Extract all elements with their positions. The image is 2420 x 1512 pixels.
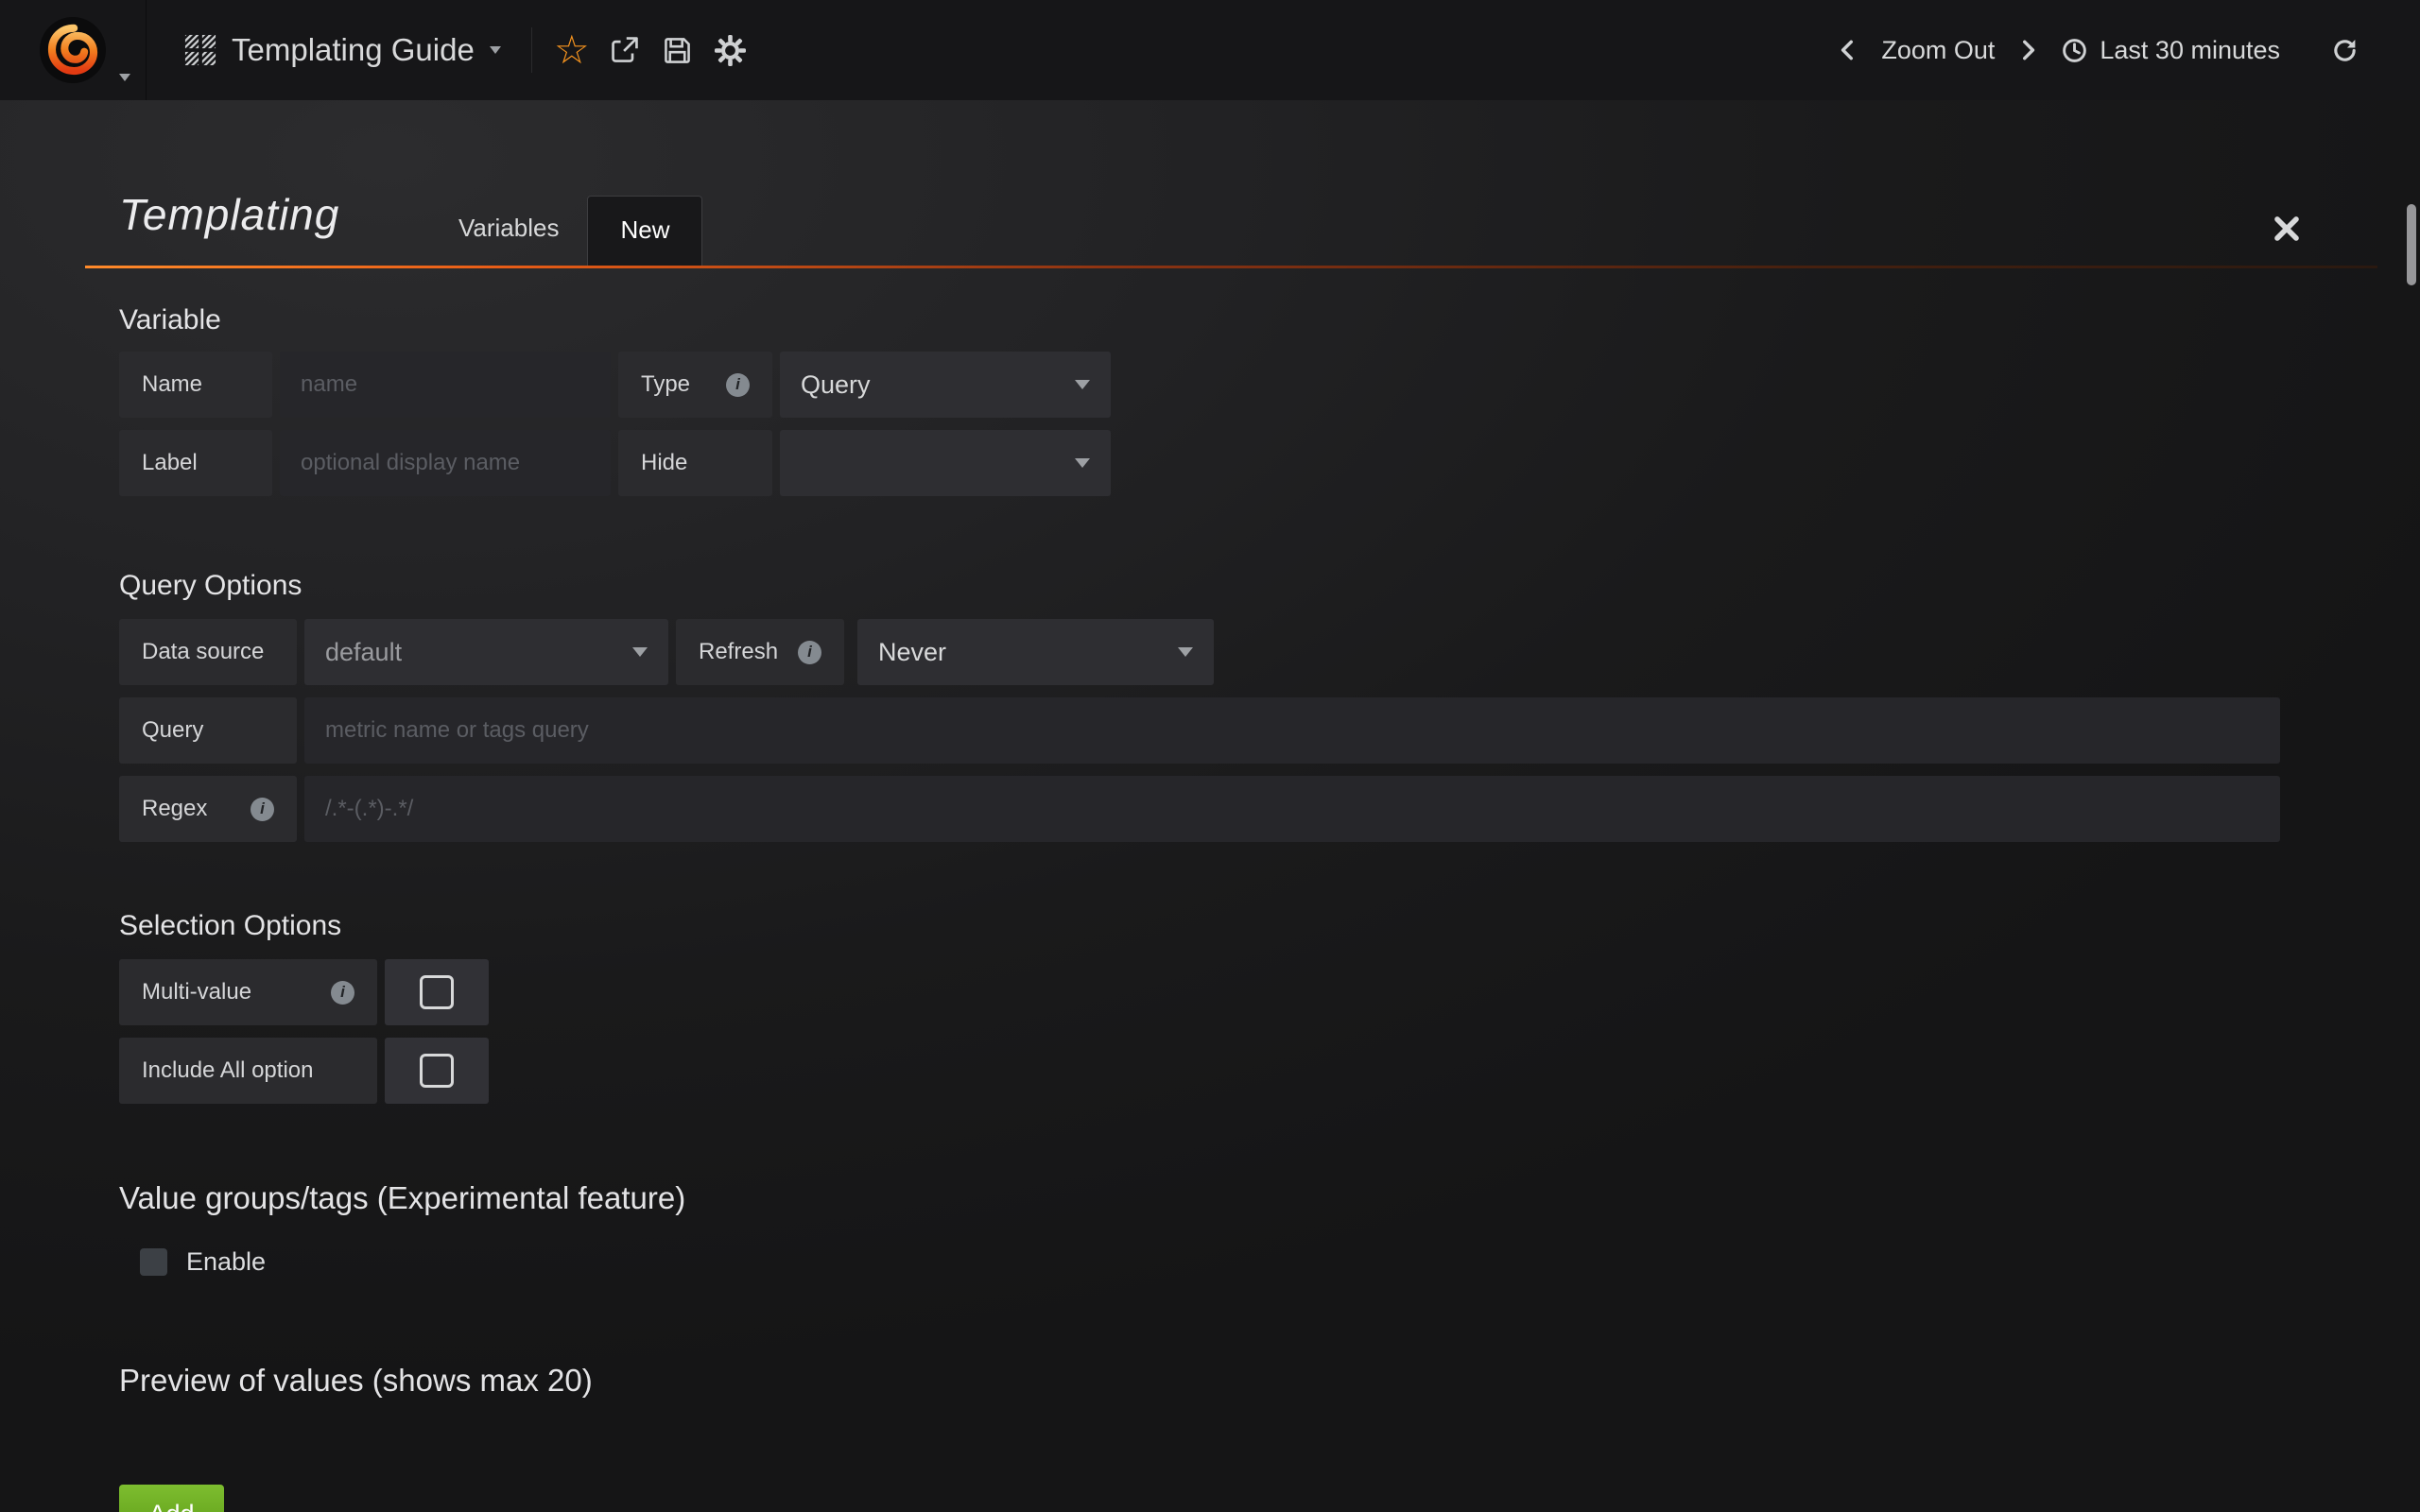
- page-title: Templating: [119, 189, 339, 240]
- caret-down-icon: [1075, 380, 1090, 389]
- type-info-icon[interactable]: i: [726, 373, 750, 397]
- variable-name-row: Name Type i Query: [119, 352, 2420, 418]
- dashboard-icon: [184, 34, 216, 66]
- multi-value-info-icon[interactable]: i: [331, 981, 354, 1005]
- datasource-select[interactable]: default: [304, 619, 668, 685]
- value-groups-heading: Value groups/tags (Experimental feature): [119, 1179, 2420, 1217]
- selection-options-heading: Selection Options: [119, 910, 2420, 942]
- regex-row: Regex i: [119, 776, 2420, 842]
- query-options-heading: Query Options: [119, 570, 2420, 602]
- caret-down-icon: [1178, 647, 1193, 657]
- regex-input[interactable]: [304, 776, 2280, 842]
- chevron-right-icon: [2015, 38, 2040, 62]
- include-all-row: Include All option: [119, 1038, 2420, 1104]
- type-select-value: Query: [801, 370, 871, 400]
- datasource-select-value: default: [325, 638, 402, 667]
- tab-variables[interactable]: Variables: [430, 214, 587, 266]
- multi-value-row: Multi-value i: [119, 959, 2420, 1025]
- star-button[interactable]: ☆: [545, 0, 598, 100]
- star-icon: ☆: [554, 30, 590, 70]
- gear-icon: [715, 35, 746, 66]
- multi-value-label: Multi-value i: [119, 959, 377, 1025]
- grafana-logo[interactable]: [0, 0, 147, 100]
- tabs: Variables New: [430, 196, 702, 266]
- variable-heading: Variable: [119, 304, 2420, 336]
- share-button[interactable]: [598, 0, 651, 100]
- time-range-button[interactable]: Last 30 minutes: [2049, 0, 2291, 100]
- caret-down-icon: [632, 647, 648, 657]
- query-input[interactable]: [304, 697, 2280, 764]
- label-input[interactable]: [280, 430, 611, 496]
- scrollbar-thumb[interactable]: [2407, 204, 2416, 285]
- dashboard-caret-icon: [490, 46, 501, 54]
- navbar-right: Zoom Out Last 30 minutes: [1826, 0, 2420, 100]
- variable-label-row: Label Hide: [119, 430, 2420, 496]
- save-button[interactable]: [651, 0, 704, 100]
- regex-info-icon[interactable]: i: [251, 798, 274, 821]
- refresh-info-icon[interactable]: i: [798, 641, 821, 664]
- time-back-button[interactable]: [1826, 0, 1870, 100]
- query-label: Query: [119, 697, 297, 764]
- close-icon: [2273, 215, 2301, 243]
- clock-icon: [2061, 37, 2088, 64]
- refresh-select[interactable]: Never: [857, 619, 1214, 685]
- multi-value-label-text: Multi-value: [142, 979, 251, 1005]
- logo-caret-icon: [119, 74, 130, 81]
- grafana-flame-icon: [45, 23, 100, 77]
- name-label: Name: [119, 352, 272, 418]
- label-label: Label: [119, 430, 272, 496]
- dashboard-picker[interactable]: Templating Guide: [160, 0, 526, 100]
- datasource-row: Data source default Refresh i Never: [119, 619, 2420, 685]
- regex-label-text: Regex: [142, 796, 207, 822]
- grafana-logo-circle: [40, 17, 106, 83]
- time-forward-button[interactable]: [2006, 0, 2049, 100]
- include-all-label: Include All option: [119, 1038, 377, 1104]
- zoom-out-button[interactable]: Zoom Out: [1870, 0, 2006, 100]
- save-icon: [663, 36, 692, 65]
- hide-select[interactable]: [780, 430, 1111, 496]
- tab-new[interactable]: New: [587, 196, 702, 266]
- refresh-label-text: Refresh: [699, 639, 778, 665]
- type-label-text: Type: [641, 371, 690, 398]
- dashboard-title: Templating Guide: [232, 32, 475, 68]
- share-icon: [610, 35, 640, 65]
- checkbox-box: [420, 975, 454, 1009]
- tab-underline: [85, 266, 2377, 268]
- include-all-checkbox[interactable]: [385, 1038, 489, 1104]
- query-row: Query: [119, 697, 2420, 764]
- navbar: Templating Guide ☆: [0, 0, 2420, 100]
- refresh-label: Refresh i: [676, 619, 844, 685]
- datasource-label: Data source: [119, 619, 297, 685]
- chevron-left-icon: [1836, 38, 1860, 62]
- time-range-label: Last 30 minutes: [2100, 36, 2280, 65]
- enable-label: Enable: [186, 1247, 266, 1277]
- add-button[interactable]: Add: [119, 1485, 224, 1512]
- preview-heading: Preview of values (shows max 20): [119, 1362, 2420, 1400]
- templating-editor: Templating Variables New Variable Name T…: [0, 100, 2420, 1512]
- close-button[interactable]: [2271, 213, 2303, 245]
- name-input[interactable]: [280, 352, 611, 418]
- zoom-out-label: Zoom Out: [1881, 36, 1995, 65]
- settings-button[interactable]: [704, 0, 757, 100]
- navbar-divider: [531, 27, 532, 73]
- enable-row: Enable: [140, 1247, 2420, 1276]
- refresh-select-value: Never: [878, 638, 946, 667]
- refresh-icon: [2331, 37, 2359, 64]
- type-label: Type i: [618, 352, 772, 418]
- hide-label: Hide: [618, 430, 772, 496]
- caret-down-icon: [1075, 458, 1090, 468]
- templating-header: Templating Variables New: [0, 100, 2420, 268]
- regex-label: Regex i: [119, 776, 297, 842]
- type-select[interactable]: Query: [780, 352, 1111, 418]
- enable-checkbox[interactable]: [140, 1248, 167, 1276]
- multi-value-checkbox[interactable]: [385, 959, 489, 1025]
- checkbox-box: [420, 1054, 454, 1088]
- refresh-button[interactable]: [2318, 0, 2371, 100]
